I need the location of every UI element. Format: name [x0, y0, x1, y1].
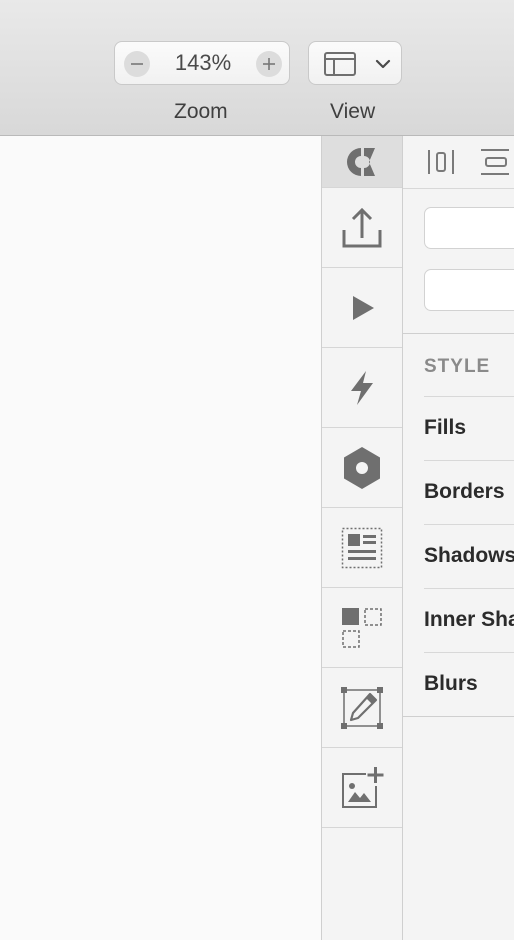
- canvas[interactable]: [0, 136, 321, 940]
- layout-icon: [324, 52, 356, 76]
- shadows-section[interactable]: Shadows: [424, 524, 514, 588]
- hexagon-icon: [344, 446, 380, 489]
- text-layout-icon: [341, 527, 383, 568]
- zoom-control: 143%: [114, 41, 290, 85]
- zoom-value[interactable]: 143%: [163, 42, 243, 84]
- rail-item-add-image[interactable]: [322, 748, 402, 828]
- rail-item-export[interactable]: [322, 188, 402, 268]
- export-icon: [342, 207, 382, 247]
- zoom-in-button[interactable]: [256, 51, 282, 77]
- inner-shadows-section[interactable]: Inner Shadows: [424, 588, 514, 652]
- rail-item-inspector[interactable]: [322, 136, 402, 188]
- zoom-out-button[interactable]: [124, 51, 150, 77]
- view-button[interactable]: [308, 41, 402, 85]
- lightning-icon: [351, 370, 373, 405]
- rail-item-components[interactable]: [322, 588, 402, 668]
- align-vertical-center-icon[interactable]: [481, 148, 509, 176]
- minus-icon: [131, 63, 143, 65]
- edit-icon: [341, 686, 383, 729]
- play-icon: [353, 295, 374, 320]
- rail-item-plugins[interactable]: [322, 428, 402, 508]
- rail-item-actions[interactable]: [322, 348, 402, 428]
- size-field[interactable]: [424, 269, 514, 311]
- rail-item-preview[interactable]: [322, 268, 402, 348]
- borders-section[interactable]: Borders: [424, 460, 514, 524]
- style-section-header: STYLE: [424, 356, 491, 377]
- align-horizontal-center-icon[interactable]: [427, 148, 455, 176]
- fills-section[interactable]: Fills: [424, 396, 514, 460]
- blurs-section[interactable]: Blurs: [424, 652, 514, 716]
- components-icon: [342, 607, 382, 648]
- toolbar: 143% Zoom View: [0, 0, 514, 136]
- chevron-down-icon: [375, 59, 391, 69]
- divider: [403, 333, 514, 334]
- inspector-tab-rail: [321, 136, 403, 940]
- inspector-panel: STYLE Fills Borders Shadows Inner Shadow…: [403, 136, 514, 940]
- position-field[interactable]: [424, 207, 514, 249]
- plus-icon: [263, 58, 275, 70]
- view-label: View: [330, 100, 376, 123]
- add-image-icon: [342, 766, 384, 808]
- zoom-label: Zoom: [174, 100, 228, 123]
- rail-item-edit[interactable]: [322, 668, 402, 748]
- divider: [403, 716, 514, 717]
- inspector-logo-icon: [347, 147, 375, 176]
- alignment-toolbar: [403, 136, 514, 189]
- rail-item-text-layout[interactable]: [322, 508, 402, 588]
